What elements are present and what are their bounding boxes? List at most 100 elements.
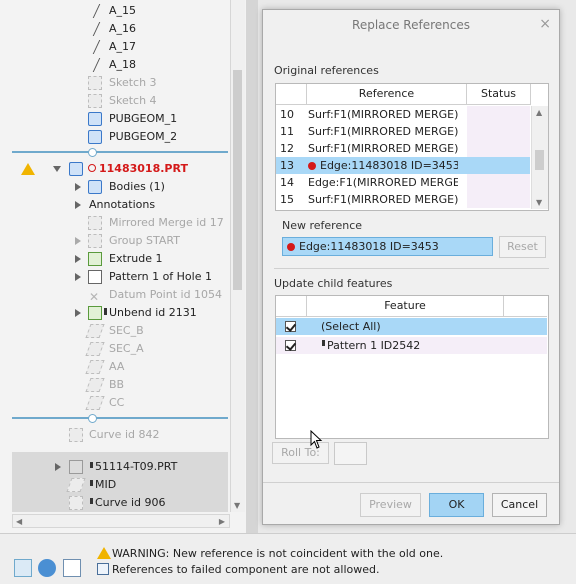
tree-item-part-11483018[interactable]: 11483018.PRT bbox=[0, 160, 230, 178]
tree-item-sketch4[interactable]: Sketch 4 bbox=[0, 92, 230, 110]
table-row[interactable]: 11 Surf:F1(MIRRORED MERGE):1 bbox=[276, 123, 530, 140]
table-row[interactable]: 12 Surf:F1(MIRRORED MERGE):1 bbox=[276, 140, 530, 157]
publish-geometry-icon bbox=[88, 130, 102, 144]
table-row[interactable]: Pattern 1 ID2542 bbox=[276, 337, 547, 354]
tree-item-sketch3[interactable]: Sketch 3 bbox=[0, 74, 230, 92]
tree-item-pubgeom1[interactable]: PUBGEOM_1 bbox=[0, 110, 230, 128]
tree-item-a16[interactable]: A_16 bbox=[0, 20, 230, 38]
full-screen-icon[interactable] bbox=[63, 559, 81, 577]
original-references-table[interactable]: Reference Status 10 Surf:F1(MIRRORED MER… bbox=[275, 83, 549, 211]
select-all-checkbox[interactable] bbox=[285, 321, 296, 332]
info-message: References to failed component are not a… bbox=[112, 563, 380, 576]
publish-geometry-icon bbox=[88, 112, 102, 126]
reset-button[interactable]: Reset bbox=[499, 236, 546, 258]
table-row[interactable]: 15 Surf:F1(MIRRORED MERGE):1 bbox=[276, 191, 530, 208]
part-icon bbox=[69, 460, 83, 474]
group-icon bbox=[88, 234, 102, 248]
datum-plane-icon bbox=[85, 360, 105, 374]
part-icon bbox=[69, 162, 83, 176]
datum-plane-icon bbox=[85, 324, 105, 338]
expand-arrow-icon[interactable] bbox=[75, 183, 81, 191]
divider bbox=[263, 482, 559, 483]
tree-vertical-scrollbar[interactable]: ▼ bbox=[230, 0, 245, 512]
scroll-left-icon[interactable]: ◀ bbox=[16, 517, 22, 526]
tree-item-curve-906[interactable]: Curve id 906 bbox=[0, 494, 230, 512]
dialog-title: Replace References bbox=[352, 18, 470, 32]
bodies-icon bbox=[88, 180, 102, 194]
tree-horizontal-scrollbar[interactable]: ◀ ▶ bbox=[12, 514, 230, 528]
tree-item-part-51114[interactable]: 51114-T09.PRT bbox=[0, 458, 230, 476]
datum-axis-icon bbox=[92, 40, 105, 54]
mouse-cursor-icon bbox=[310, 430, 323, 449]
child-features-table[interactable]: Feature (Select All) Pattern 1 ID2542 bbox=[275, 295, 549, 439]
tree-item-pubgeom2[interactable]: PUBGEOM_2 bbox=[0, 128, 230, 146]
curve-icon bbox=[69, 496, 83, 510]
warning-message: WARNING: New reference is not coincident… bbox=[112, 547, 444, 560]
replace-references-dialog: Replace References × Original references… bbox=[262, 9, 560, 525]
new-reference-field[interactable]: Edge:11483018 ID=3453 bbox=[282, 237, 493, 256]
scroll-down-icon[interactable]: ▼ bbox=[234, 501, 240, 510]
column-header-feature[interactable]: Feature bbox=[307, 296, 504, 317]
tree-item-bodies[interactable]: Bodies (1) bbox=[0, 178, 230, 196]
expand-arrow-icon[interactable] bbox=[75, 201, 81, 209]
tree-item-mid[interactable]: MID bbox=[0, 476, 230, 494]
expand-arrow-icon[interactable] bbox=[55, 463, 61, 471]
scroll-right-icon[interactable]: ▶ bbox=[219, 517, 225, 526]
divider bbox=[274, 268, 549, 269]
model-tree: A_15 A_16 A_17 A_18 Sketch 3 Sketch 4 PU… bbox=[0, 0, 247, 533]
tree-item-aa[interactable]: AA bbox=[0, 358, 230, 376]
tree-item-extrude1[interactable]: Extrude 1 bbox=[0, 250, 230, 268]
scroll-down-icon[interactable]: ▼ bbox=[536, 198, 542, 207]
tree-item-bb[interactable]: BB bbox=[0, 376, 230, 394]
roll-to-field[interactable] bbox=[334, 442, 367, 465]
references-scrollbar[interactable]: ▲ ▼ bbox=[531, 106, 548, 209]
status-marker-icon bbox=[104, 308, 107, 315]
datum-axis-icon bbox=[92, 22, 105, 36]
expand-arrow-icon[interactable] bbox=[75, 255, 81, 263]
column-header-status[interactable]: Status bbox=[467, 84, 531, 105]
datum-plane-icon bbox=[66, 478, 86, 492]
insert-indicator-handle[interactable] bbox=[88, 148, 97, 157]
expand-arrow-icon[interactable] bbox=[75, 273, 81, 281]
status-marker-icon bbox=[90, 498, 93, 504]
tree-item-sec-a[interactable]: SEC_A bbox=[0, 340, 230, 358]
column-header-reference[interactable]: Reference bbox=[307, 84, 467, 105]
table-row-selected[interactable]: (Select All) bbox=[276, 318, 547, 335]
datum-axis-icon bbox=[92, 58, 105, 72]
table-row-selected[interactable]: 13 Edge:11483018 ID=3453 bbox=[276, 157, 530, 174]
table-row[interactable]: 10 Surf:F1(MIRRORED MERGE):1 bbox=[276, 106, 530, 123]
datum-plane-icon bbox=[85, 378, 105, 392]
tree-item-unbend[interactable]: Unbend id 2131 bbox=[0, 304, 230, 322]
close-icon[interactable]: × bbox=[539, 16, 551, 32]
tree-item-pattern1[interactable]: Pattern 1 of Hole 1 bbox=[0, 268, 230, 286]
tree-item-a17[interactable]: A_17 bbox=[0, 38, 230, 56]
expand-arrow-icon[interactable] bbox=[75, 237, 81, 245]
tree-item-a15[interactable]: A_15 bbox=[0, 2, 230, 20]
scrollbar-thumb[interactable] bbox=[233, 70, 242, 290]
cancel-button[interactable]: Cancel bbox=[492, 493, 547, 517]
tree-item-annotations[interactable]: Annotations bbox=[0, 196, 230, 214]
table-row[interactable]: 14 Edge:F1(MIRRORED MERGE): bbox=[276, 174, 530, 191]
expand-arrow-icon[interactable] bbox=[75, 309, 81, 317]
tree-item-sec-b[interactable]: SEC_B bbox=[0, 322, 230, 340]
tree-item-mirrored-merge[interactable]: Mirrored Merge id 17 bbox=[0, 214, 230, 232]
preview-button[interactable]: Preview bbox=[360, 493, 421, 517]
tree-item-a18[interactable]: A_18 bbox=[0, 56, 230, 74]
mirror-icon bbox=[88, 216, 102, 230]
collapse-arrow-icon[interactable] bbox=[53, 166, 61, 172]
tree-item-datum-point[interactable]: ✕ Datum Point id 1054 bbox=[0, 286, 230, 304]
datum-axis-icon bbox=[92, 4, 105, 18]
warning-icon bbox=[21, 163, 35, 175]
scroll-up-icon[interactable]: ▲ bbox=[536, 108, 542, 117]
browser-toggle-icon[interactable] bbox=[38, 559, 56, 577]
tree-item-cc[interactable]: CC bbox=[0, 394, 230, 412]
model-tree-toggle-icon[interactable] bbox=[14, 559, 32, 577]
ok-button[interactable]: OK bbox=[429, 493, 484, 517]
feature-checkbox[interactable] bbox=[285, 340, 296, 351]
tree-item-curve-842[interactable]: Curve id 842 bbox=[0, 426, 230, 444]
tree-item-group-start[interactable]: Group START bbox=[0, 232, 230, 250]
insert-indicator-handle[interactable] bbox=[88, 414, 97, 423]
graphics-area-edge bbox=[246, 0, 258, 533]
scrollbar-thumb[interactable] bbox=[535, 150, 544, 170]
status-marker-icon bbox=[90, 462, 93, 468]
